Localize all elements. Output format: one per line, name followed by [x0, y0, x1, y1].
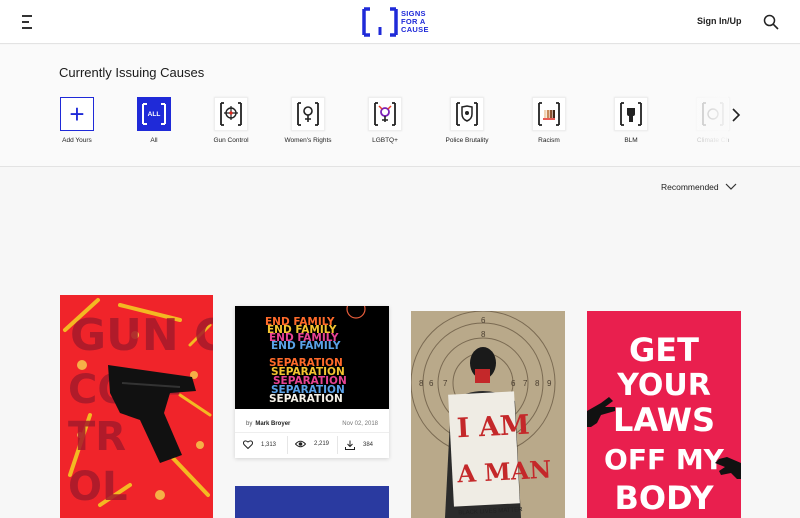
i-am-a-man-poster[interactable]: 867 6789 68 I AM A MAN BLACK LIVES MATTE… — [411, 311, 565, 518]
chevron-down-icon — [725, 183, 737, 190]
svg-text:OFF MY: OFF MY — [604, 443, 725, 476]
logo[interactable]: SIGNS FOR A CAUSE — [362, 7, 429, 37]
cause-gun-control[interactable]: Gun Control — [191, 97, 271, 144]
eye-icon — [295, 440, 306, 448]
download-button[interactable]: 384 — [345, 440, 373, 450]
svg-text:6: 6 — [511, 379, 516, 388]
raised-fist-icon — [614, 97, 648, 131]
plus-icon: + — [60, 97, 94, 131]
cause-lgbtq[interactable]: LGBTQ+ — [345, 97, 425, 144]
svg-text:SEPARATION: SEPARATION — [269, 393, 343, 405]
pride-symbol-icon — [368, 97, 402, 131]
cause-police-brutality[interactable]: Police Brutality — [427, 97, 507, 144]
all-icon: ALL — [137, 97, 171, 131]
download-icon — [345, 440, 355, 450]
cause-all[interactable]: ALL All — [114, 97, 194, 144]
climate-icon — [696, 97, 730, 131]
top-header: SIGNS FOR A CAUSE Sign In/Up — [0, 0, 800, 44]
laws-off-my-body-artwork: GET YOUR LAWS OFF MY BODY — [587, 311, 741, 518]
card-author[interactable]: Mark Broyer — [255, 421, 290, 427]
card-divider — [235, 432, 389, 433]
svg-text:6: 6 — [429, 379, 434, 388]
card-date: Nov 02, 2018 — [342, 421, 378, 427]
logo-wordmark: SIGNS FOR A CAUSE — [401, 9, 429, 34]
cause-womens-rights[interactable]: Women's Rights — [268, 97, 348, 144]
like-button[interactable]: 1,313 — [243, 440, 276, 449]
svg-text:GUN CONTROL: GUN CONTROL — [70, 310, 213, 361]
female-symbol-icon — [291, 97, 325, 131]
svg-text:ALL: ALL — [148, 111, 161, 118]
svg-text:GET: GET — [629, 331, 699, 369]
svg-text:LAWS: LAWS — [613, 401, 715, 439]
svg-text:END FAMILY: END FAMILY — [271, 340, 341, 352]
end-family-separation-artwork: END FAMILY END FAMILY END FAMILY END FAM… — [235, 306, 389, 409]
crosshair-icon — [214, 97, 248, 131]
i-am-a-man-artwork: 867 6789 68 I AM A MAN BLACK LIVES MATTE… — [411, 311, 565, 518]
svg-text:BODY: BODY — [615, 479, 715, 517]
sort-label: Recommended — [661, 182, 719, 192]
causes-section: Currently Issuing Causes + Add Yours ALL… — [0, 45, 800, 167]
end-family-separation-poster: END FAMILY END FAMILY END FAMILY END FAM… — [235, 306, 389, 409]
cause-racism[interactable]: Racism — [509, 97, 589, 144]
menu-icon[interactable] — [22, 14, 36, 30]
svg-text:8: 8 — [535, 379, 540, 388]
blue-poster[interactable] — [235, 486, 389, 518]
svg-text:8: 8 — [419, 379, 424, 388]
svg-text:8: 8 — [481, 330, 486, 339]
svg-text:7: 7 — [443, 379, 448, 388]
svg-text:YOUR: YOUR — [616, 368, 711, 403]
stat-divider — [287, 436, 288, 454]
heart-icon — [243, 440, 253, 449]
police-badge-icon — [450, 97, 484, 131]
svg-text:OL: OL — [68, 464, 128, 510]
svg-text:A MAN: A MAN — [456, 455, 552, 489]
cause-blm[interactable]: BLM — [591, 97, 671, 144]
svg-text:9: 9 — [547, 379, 552, 388]
chevron-right-icon[interactable] — [730, 108, 742, 122]
views-count: 2,219 — [295, 440, 329, 448]
poster-card[interactable]: END FAMILY END FAMILY END FAMILY END FAM… — [235, 306, 389, 458]
cause-add-yours[interactable]: + Add Yours — [37, 97, 117, 144]
svg-text:I AM: I AM — [456, 410, 530, 445]
racism-icon — [532, 97, 566, 131]
logo-bracket-icon — [362, 7, 398, 37]
causes-title: Currently Issuing Causes — [59, 65, 205, 80]
sort-dropdown[interactable]: Recommended — [661, 182, 737, 192]
get-your-laws-off-my-body-poster[interactable]: GET YOUR LAWS OFF MY BODY — [587, 311, 741, 518]
svg-text:6: 6 — [481, 316, 486, 325]
search-icon[interactable] — [763, 14, 779, 30]
gun-control-poster[interactable]: GUN CONTROL CON- TR OL — [60, 295, 213, 518]
svg-text:TR: TR — [68, 414, 126, 460]
gun-control-artwork: GUN CONTROL CON- TR OL — [60, 295, 213, 518]
sign-in-link[interactable]: Sign In/Up — [697, 16, 742, 26]
stat-divider — [337, 436, 338, 454]
svg-text:7: 7 — [523, 379, 528, 388]
